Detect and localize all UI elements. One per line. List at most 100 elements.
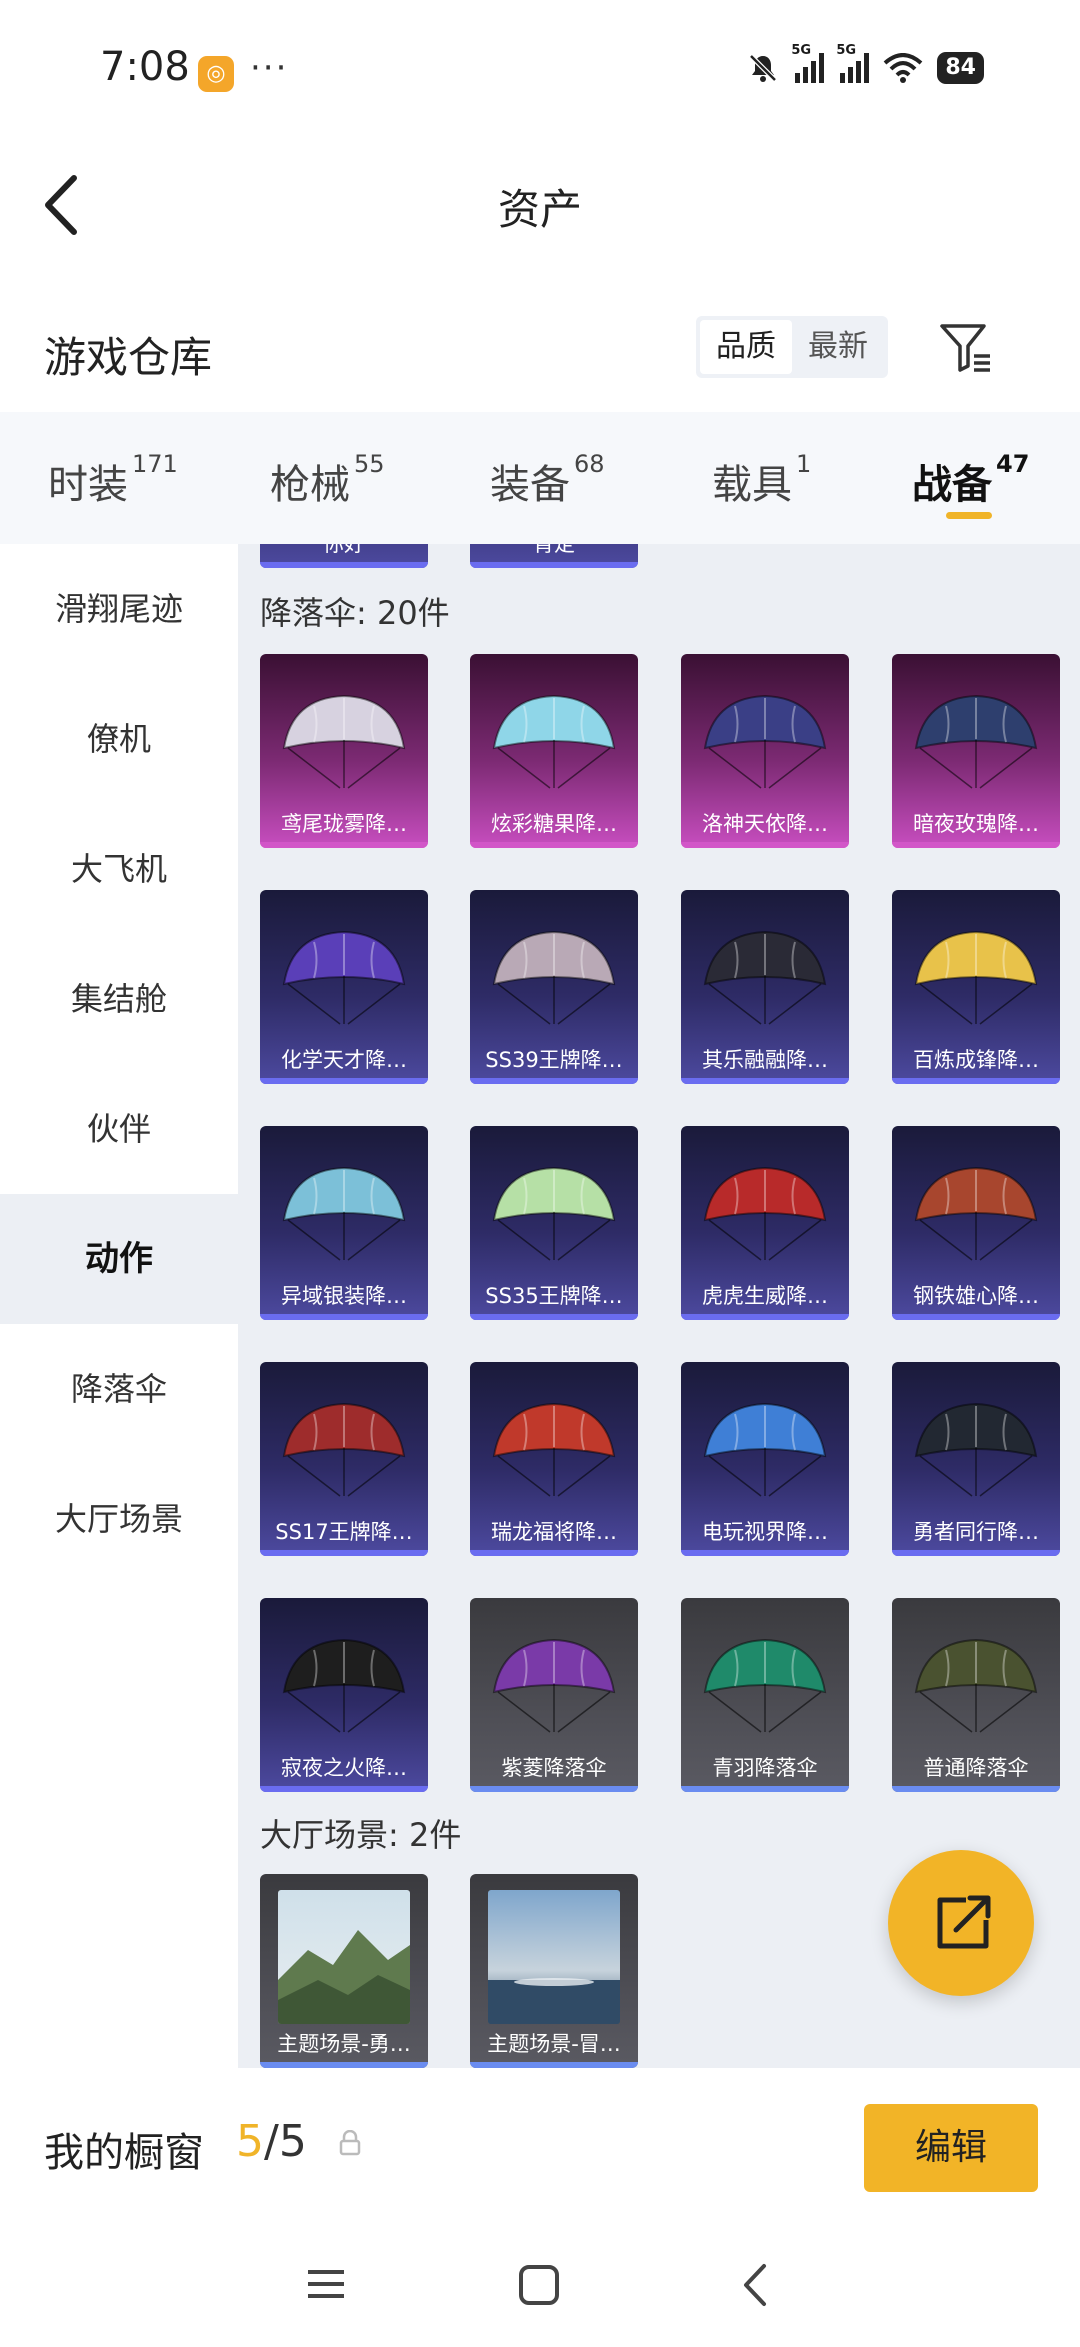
parachute-thumbnail bbox=[282, 1402, 406, 1497]
parachute-card[interactable]: 其乐融融降… bbox=[681, 890, 849, 1084]
parachute-card[interactable]: 普通降落伞 bbox=[892, 1598, 1060, 1792]
parachute-name: 瑞龙福将降… bbox=[491, 1520, 617, 1544]
tab-guns[interactable]: 枪械 55 bbox=[270, 450, 385, 510]
rarity-bar bbox=[260, 1786, 428, 1792]
item-card[interactable]: 肯定 bbox=[470, 544, 638, 568]
tab-equipment[interactable]: 装备 68 bbox=[490, 450, 605, 510]
parachute-name: 虎虎生威降… bbox=[702, 1284, 828, 1308]
scene-thumbnail bbox=[488, 1890, 620, 2024]
rarity-bar bbox=[260, 1078, 428, 1084]
parachute-name: SS39王牌降… bbox=[485, 1048, 623, 1072]
sort-quality-option[interactable]: 品质 bbox=[700, 320, 792, 374]
parachute-name: 暗夜玫瑰降… bbox=[913, 812, 1039, 836]
parachute-name: SS17王牌降… bbox=[275, 1520, 413, 1544]
parachute-card[interactable]: 异域银装降… bbox=[260, 1126, 428, 1320]
system-nav-bar bbox=[0, 2228, 1080, 2347]
battery-icon: 84 bbox=[937, 52, 984, 84]
category-tabs: 时装 171 枪械 55 装备 68 载具 1 战备 47 bbox=[0, 412, 1080, 544]
signal-icon: 5G bbox=[836, 43, 870, 83]
parachute-card[interactable]: 暗夜玫瑰降… bbox=[892, 654, 1060, 848]
rarity-bar bbox=[470, 1786, 638, 1792]
active-tab-indicator bbox=[946, 512, 992, 519]
sort-newest-option[interactable]: 最新 bbox=[792, 320, 884, 374]
parachute-name: SS35王牌降… bbox=[485, 1284, 623, 1308]
parachute-card[interactable]: 寂夜之火降… bbox=[260, 1598, 428, 1792]
parachute-thumbnail bbox=[282, 1166, 406, 1261]
parachute-card[interactable]: 化学天才降… bbox=[260, 890, 428, 1084]
parachute-thumbnail bbox=[282, 1638, 406, 1733]
parachute-thumbnail bbox=[492, 1166, 616, 1261]
parachute-card[interactable]: 电玩视界降… bbox=[681, 1362, 849, 1556]
clock: 7:08 bbox=[100, 44, 190, 90]
rarity-bar bbox=[681, 1314, 849, 1320]
filter-button[interactable] bbox=[936, 318, 996, 378]
showcase-label: 我的橱窗 bbox=[44, 2130, 204, 2176]
parachute-thumbnail bbox=[703, 930, 827, 1025]
parachute-card[interactable]: 虎虎生威降… bbox=[681, 1126, 849, 1320]
rarity-bar bbox=[681, 1078, 849, 1084]
parachute-card[interactable]: 鸢尾珑雾降… bbox=[260, 654, 428, 848]
sidebar-item-emote[interactable]: 动作 bbox=[0, 1194, 238, 1324]
parachute-thumbnail bbox=[703, 1166, 827, 1261]
parachute-card[interactable]: 青羽降落伞 bbox=[681, 1598, 849, 1792]
parachute-card[interactable]: 勇者同行降… bbox=[892, 1362, 1060, 1556]
rarity-bar bbox=[681, 1550, 849, 1556]
item-grid-panel[interactable]: 你好 肯定 降落伞: 20件 鸢尾珑雾降… 炫彩糖果降… 洛神天依降… 暗夜玫瑰降… 化… bbox=[238, 544, 1080, 2068]
parachute-card[interactable]: 炫彩糖果降… bbox=[470, 654, 638, 848]
rarity-bar bbox=[681, 1786, 849, 1792]
menu-icon[interactable] bbox=[306, 2264, 346, 2304]
app-notification-icon: ◎ bbox=[198, 56, 234, 92]
parachute-thumbnail bbox=[914, 694, 1038, 789]
sidebar-item-parachute[interactable]: 降落伞 bbox=[0, 1324, 238, 1454]
item-card[interactable]: 你好 bbox=[260, 544, 428, 568]
parachute-name: 洛神天依降… bbox=[702, 812, 828, 836]
sidebar-item-pod[interactable]: 集结舱 bbox=[0, 934, 238, 1064]
scene-thumbnail bbox=[278, 1890, 410, 2024]
parachute-card[interactable]: 洛神天依降… bbox=[681, 654, 849, 848]
system-icons: 5G 5G 84 bbox=[747, 43, 984, 84]
back-nav-icon[interactable] bbox=[738, 2262, 772, 2308]
parachute-card[interactable]: 钢铁雄心降… bbox=[892, 1126, 1060, 1320]
parachute-name: 异域银装降… bbox=[281, 1284, 407, 1308]
parachute-name: 钢铁雄心降… bbox=[913, 1284, 1039, 1308]
parachute-card[interactable]: SS17王牌降… bbox=[260, 1362, 428, 1556]
parachute-card[interactable]: 瑞龙福将降… bbox=[470, 1362, 638, 1556]
parachute-card[interactable]: 百炼成锋降… bbox=[892, 890, 1060, 1084]
parachute-name: 鸢尾珑雾降… bbox=[281, 812, 407, 836]
sidebar-item-companion[interactable]: 伙伴 bbox=[0, 1064, 238, 1194]
lock-icon bbox=[339, 2130, 361, 2156]
signal-icon: 5G bbox=[791, 43, 825, 83]
filter-icon bbox=[940, 324, 990, 372]
item-card[interactable]: 主题场景-冒… bbox=[470, 1874, 638, 2068]
parachute-name: 化学天才降… bbox=[281, 1048, 407, 1072]
parachute-thumbnail bbox=[492, 930, 616, 1025]
parachute-thumbnail bbox=[914, 1166, 1038, 1261]
rarity-bar bbox=[892, 1078, 1060, 1084]
parachute-thumbnail bbox=[703, 694, 827, 789]
item-card[interactable]: 主题场景-勇… bbox=[260, 1874, 428, 2068]
sort-toggle: 品质 最新 bbox=[696, 316, 888, 378]
edit-button[interactable]: 编辑 bbox=[864, 2104, 1038, 2192]
section-title-lobby-scenes: 大厅场景: 2件 bbox=[260, 1816, 462, 1854]
tab-combat-prep[interactable]: 战备 47 bbox=[912, 450, 1029, 510]
rarity-bar bbox=[260, 1550, 428, 1556]
tab-fashion[interactable]: 时装 171 bbox=[48, 450, 178, 510]
warehouse-title: 游戏仓库 bbox=[44, 333, 213, 382]
parachute-name: 炫彩糖果降… bbox=[491, 812, 617, 836]
parachute-card[interactable]: SS35王牌降… bbox=[470, 1126, 638, 1320]
mute-icon bbox=[749, 54, 778, 82]
sidebar-item-lobby-scene[interactable]: 大厅场景 bbox=[0, 1454, 238, 1584]
parachute-card[interactable]: SS39王牌降… bbox=[470, 890, 638, 1084]
wifi-icon bbox=[884, 53, 923, 83]
sidebar-item-wingman[interactable]: 僚机 bbox=[0, 674, 238, 804]
share-button[interactable] bbox=[888, 1850, 1034, 1996]
sidebar-item-glide-trail[interactable]: 滑翔尾迹 bbox=[0, 544, 238, 674]
page-title: 资产 bbox=[497, 185, 582, 234]
tab-vehicles[interactable]: 载具 1 bbox=[712, 450, 811, 510]
parachute-card[interactable]: 紫菱降落伞 bbox=[470, 1598, 638, 1792]
parachute-name: 其乐融融降… bbox=[702, 1048, 828, 1072]
home-icon[interactable] bbox=[518, 2264, 560, 2306]
parachute-thumbnail bbox=[492, 1638, 616, 1733]
rarity-bar bbox=[892, 1314, 1060, 1320]
sidebar-item-plane[interactable]: 大飞机 bbox=[0, 804, 238, 934]
